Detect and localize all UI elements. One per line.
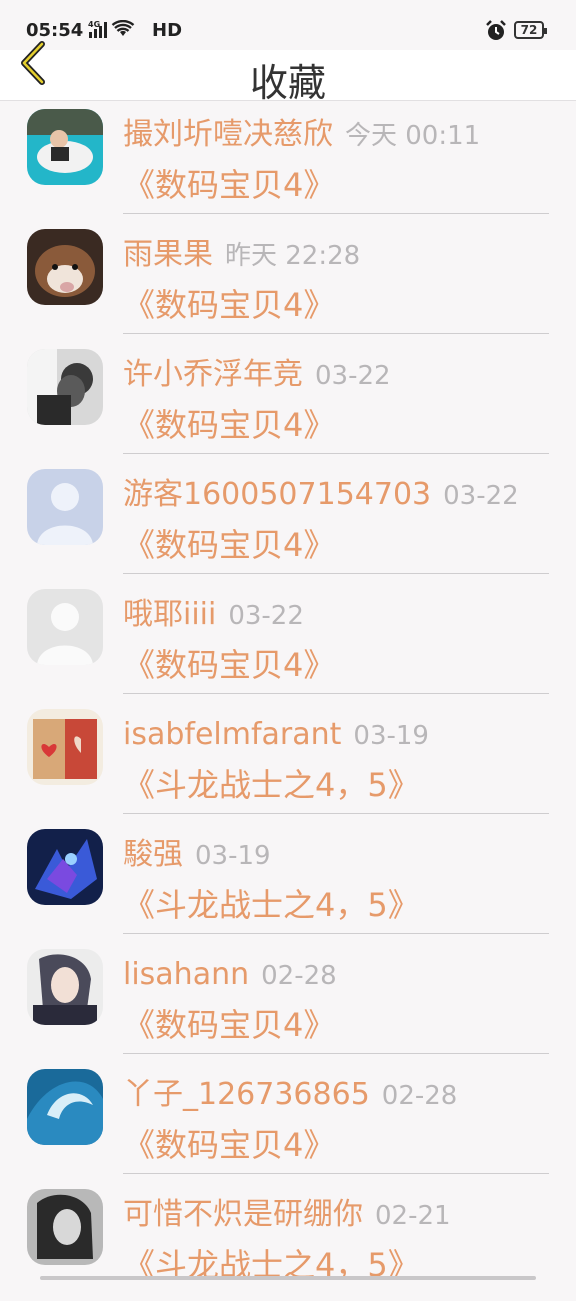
- post-time: 03-19: [195, 841, 271, 871]
- post-title[interactable]: 《数码宝贝4》: [123, 523, 335, 567]
- svg-text:4G: 4G: [88, 20, 100, 29]
- user-name[interactable]: 撮刘圻噎决慈欣: [123, 117, 333, 152]
- list-item[interactable]: 许小乔浮年竞 03-22 《数码宝贝4》: [0, 341, 576, 461]
- post-time: 02-28: [261, 961, 337, 991]
- post-time: 03-22: [315, 361, 391, 391]
- header: 收藏: [0, 41, 576, 105]
- avatar[interactable]: [27, 469, 103, 545]
- avatar[interactable]: [27, 109, 103, 185]
- list-item[interactable]: 撮刘圻噎决慈欣 今天 00:11 《数码宝贝4》: [0, 101, 576, 221]
- battery-indicator: 72: [514, 21, 547, 39]
- post-time: 02-21: [375, 1201, 451, 1231]
- user-name[interactable]: isabfelmfarant: [123, 717, 341, 752]
- post-title[interactable]: 《斗龙战士之4，5》: [123, 883, 420, 927]
- divider: [123, 333, 549, 334]
- post-time: 02-28: [381, 1081, 458, 1111]
- user-name[interactable]: 哦耶iiii: [123, 597, 216, 632]
- user-name[interactable]: 可惜不炽是研绷你: [123, 1197, 363, 1232]
- avatar[interactable]: [27, 589, 103, 665]
- avatar[interactable]: [27, 1189, 103, 1265]
- list-item[interactable]: 雨果果 昨天 22:28 《数码宝贝4》: [0, 221, 576, 341]
- divider: [123, 453, 549, 454]
- divider: [123, 573, 549, 574]
- hd-indicator: HD: [152, 20, 183, 41]
- list-item[interactable]: 可惜不炽是研绷你 02-21 《斗龙战士之4，5》: [0, 1181, 576, 1301]
- user-name[interactable]: 駿强: [123, 837, 183, 872]
- avatar[interactable]: [27, 949, 103, 1025]
- post-time: 今天 00:11: [345, 121, 481, 151]
- post-title[interactable]: 《数码宝贝4》: [123, 1003, 335, 1047]
- status-bar: 05:54 4G HD 72: [0, 0, 576, 50]
- signal-icon: 4G: [88, 19, 150, 44]
- avatar[interactable]: [27, 349, 103, 425]
- list-item[interactable]: 駿强 03-19 《斗龙战士之4，5》: [0, 821, 576, 941]
- list-item[interactable]: 丫子_126736865 02-28 《数码宝贝4》: [0, 1061, 576, 1181]
- divider: [123, 813, 549, 814]
- divider: [123, 213, 549, 214]
- scrollbar[interactable]: [40, 1276, 536, 1280]
- page-title: 收藏: [249, 61, 326, 105]
- post-time: 昨天 22:28: [225, 241, 361, 271]
- list-item[interactable]: 哦耶iiii 03-22 《数码宝贝4》: [0, 581, 576, 701]
- avatar[interactable]: [27, 709, 103, 785]
- post-title[interactable]: 《斗龙战士之4，5》: [123, 763, 420, 807]
- divider: [123, 1173, 549, 1174]
- post-time: 03-22: [228, 601, 304, 631]
- avatar[interactable]: [27, 1069, 103, 1145]
- favorites-list: 撮刘圻噎决慈欣 今天 00:11 《数码宝贝4》 雨果果 昨天 22:28 《数码宝…: [0, 101, 576, 1301]
- user-name[interactable]: lisahann: [123, 957, 249, 992]
- user-name[interactable]: 雨果果: [123, 237, 213, 272]
- alarm-icon: [484, 19, 508, 47]
- post-title[interactable]: 《数码宝贝4》: [123, 403, 335, 447]
- user-name[interactable]: 丫子_126736865: [123, 1077, 370, 1112]
- post-time: 03-22: [443, 481, 519, 511]
- post-title[interactable]: 《数码宝贝4》: [123, 163, 335, 207]
- post-title[interactable]: 《斗龙战士之4，5》: [123, 1243, 420, 1287]
- list-item[interactable]: 游客1600507154703 03-22 《数码宝贝4》: [0, 461, 576, 581]
- list-item[interactable]: isabfelmfarant 03-19 《斗龙战士之4，5》: [0, 701, 576, 821]
- post-title[interactable]: 《数码宝贝4》: [123, 283, 335, 327]
- post-title[interactable]: 《数码宝贝4》: [123, 1123, 335, 1167]
- user-name[interactable]: 许小乔浮年竞: [123, 357, 303, 392]
- avatar[interactable]: [27, 229, 103, 305]
- avatar[interactable]: [27, 829, 103, 905]
- list-item[interactable]: lisahann 02-28 《数码宝贝4》: [0, 941, 576, 1061]
- post-time: 03-19: [353, 721, 429, 751]
- divider: [123, 933, 549, 934]
- post-title[interactable]: 《数码宝贝4》: [123, 643, 335, 687]
- user-name[interactable]: 游客1600507154703: [123, 477, 431, 512]
- divider: [123, 1053, 549, 1054]
- divider: [123, 693, 549, 694]
